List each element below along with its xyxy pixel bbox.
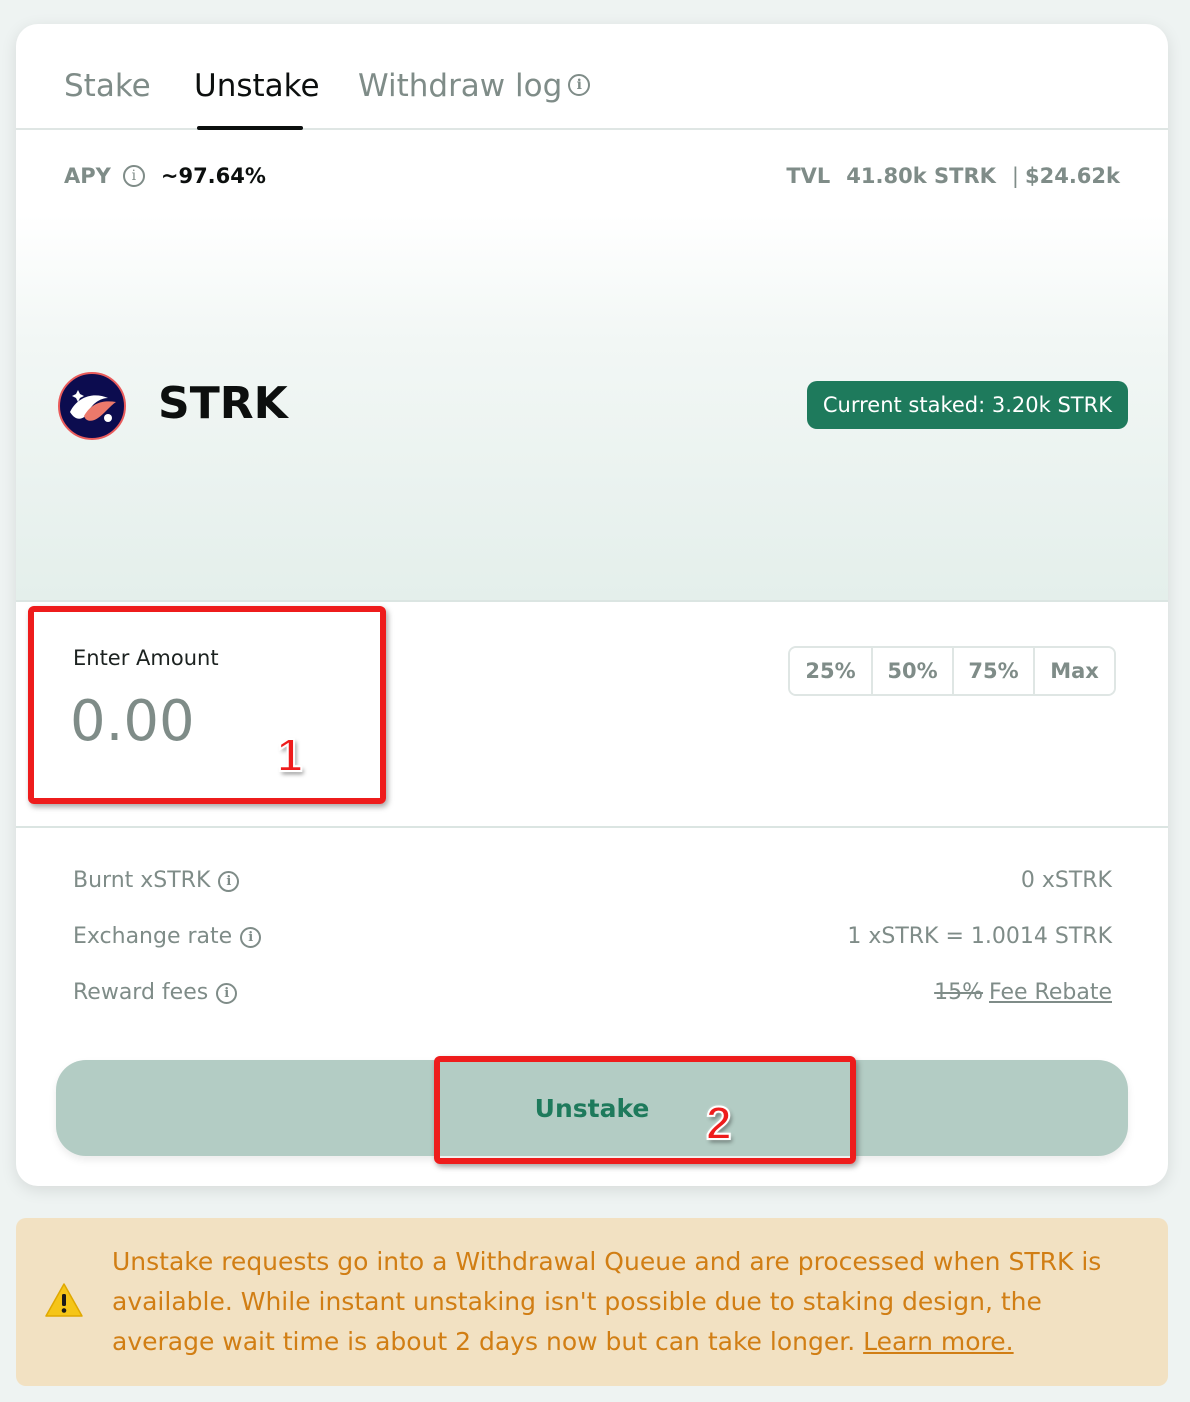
info-icon[interactable]: i	[218, 870, 240, 892]
info-icon[interactable]: i	[122, 165, 145, 187]
percent-buttons: 25% 50% 75% Max	[788, 646, 1116, 696]
max-button[interactable]: Max	[1033, 648, 1114, 694]
info-icon[interactable]: i	[240, 926, 262, 948]
token-name: STRK	[158, 378, 288, 429]
tab-bar: Stake Unstake Withdraw log i	[16, 24, 1168, 130]
percent-75-button[interactable]: 75%	[952, 648, 1033, 694]
reward-fees-row: Reward fees i 15% Fee Rebate	[73, 980, 1112, 1005]
apy-value: ~97.64%	[160, 164, 266, 188]
strk-logo-icon	[58, 372, 126, 440]
annotation-number-1: 1	[276, 728, 304, 782]
exchange-rate-row: Exchange rate i 1 xSTRK = 1.0014 STRK	[73, 924, 1112, 949]
current-staked-badge: Current staked: 3.20k STRK	[806, 381, 1128, 429]
tab-stake-label: Stake	[64, 68, 151, 104]
tab-stake[interactable]: Stake	[64, 68, 151, 104]
old-fee-value: 15%	[934, 980, 984, 1005]
info-icon[interactable]: i	[568, 73, 591, 96]
reward-fees-label: Reward fees	[73, 980, 209, 1005]
exchange-rate-label-wrap: Exchange rate i	[73, 924, 262, 949]
percent-50-button[interactable]: 50%	[871, 648, 952, 694]
token-hero: APY i ~97.64% TVL 41.80k STRK | $24.62k …	[16, 130, 1168, 602]
fee-rebate-link[interactable]: Fee Rebate	[989, 980, 1112, 1005]
tvl-strk-value: 41.80k STRK	[846, 164, 996, 188]
info-icon[interactable]: i	[216, 982, 238, 1004]
apy-label: APY	[64, 164, 111, 188]
burnt-xstrk-value: 0 xSTRK	[1020, 868, 1112, 893]
notice-text: Unstake requests go into a Withdrawal Qu…	[112, 1242, 1142, 1362]
tab-withdraw-log[interactable]: Withdraw log i	[358, 68, 591, 104]
unstake-card: Stake Unstake Withdraw log i APY i ~97.64…	[16, 24, 1168, 1186]
tab-unstake-label: Unstake	[194, 68, 320, 104]
percent-25-button[interactable]: 25%	[790, 648, 871, 694]
exchange-rate-value: 1 xSTRK = 1.0014 STRK	[847, 924, 1112, 949]
burnt-xstrk-label: Burnt xSTRK	[73, 868, 211, 893]
annotation-number-2: 2	[705, 1096, 733, 1150]
tab-unstake[interactable]: Unstake	[194, 68, 320, 104]
reward-fees-value: 15% Fee Rebate	[934, 980, 1112, 1005]
annotation-box-2	[434, 1056, 856, 1164]
tvl-separator: |	[1011, 164, 1019, 188]
tvl-stat: TVL 41.80k STRK | $24.62k	[786, 164, 1120, 188]
tvl-label: TVL	[786, 164, 831, 188]
tab-withdraw-log-label: Withdraw log	[358, 68, 563, 104]
burnt-xstrk-label-wrap: Burnt xSTRK i	[73, 868, 240, 893]
annotation-box-1	[28, 606, 386, 804]
withdrawal-queue-notice: Unstake requests go into a Withdrawal Qu…	[16, 1218, 1168, 1386]
apy-stat: APY i ~97.64%	[64, 164, 266, 188]
reward-fees-label-wrap: Reward fees i	[73, 980, 238, 1005]
tvl-usd-value: $24.62k	[1024, 164, 1120, 188]
exchange-rate-label: Exchange rate	[73, 924, 233, 949]
burnt-xstrk-row: Burnt xSTRK i 0 xSTRK	[73, 868, 1112, 893]
warning-icon	[45, 1283, 83, 1317]
learn-more-link[interactable]: Learn more.	[863, 1327, 1014, 1356]
